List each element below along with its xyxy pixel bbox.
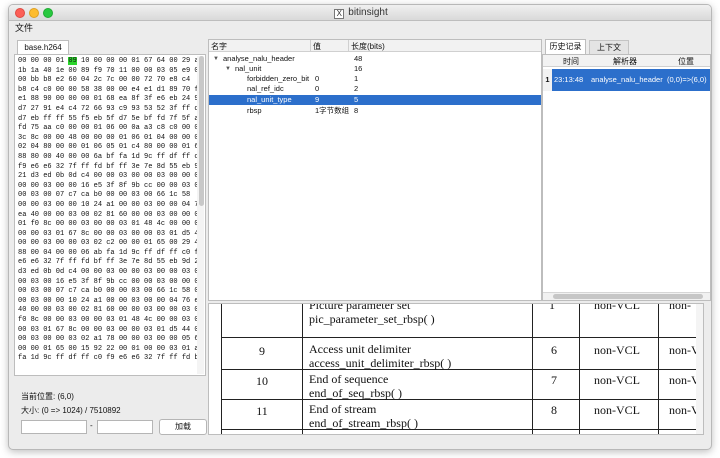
- doc-row-type: non-VCL: [594, 343, 640, 357]
- parse-tree: 名字 值 长度(bits) ▼ analyse_nalu_header 48 ▼…: [208, 39, 542, 301]
- expanded-arrow-icon[interactable]: ▼: [213, 54, 219, 64]
- tab-context[interactable]: 上下文: [589, 40, 629, 54]
- tree-row-name: nal_unit_type: [247, 95, 292, 104]
- hex-view[interactable]: 00 00 00 01 09 10 00 00 00 01 67 64 00 2…: [14, 54, 206, 376]
- hex-highlight: 09: [68, 57, 77, 65]
- tree-row-length: 5: [354, 95, 359, 104]
- column-divider[interactable]: [310, 40, 311, 52]
- tree-header: 名字 值 长度(bits): [209, 40, 541, 52]
- history-table: 时间 解析器 位置 1 23:13:48 analyse_nalu_header…: [542, 54, 711, 301]
- doc-row-type: non-VCL: [594, 403, 640, 417]
- tree-row-name: rbsp: [247, 106, 262, 115]
- table-rule: [221, 429, 703, 430]
- doc-row-num: 10: [256, 374, 268, 388]
- tree-row-length: 48: [354, 54, 363, 63]
- tree-row-length: 16: [354, 64, 363, 73]
- column-divider[interactable]: [348, 40, 349, 52]
- tab-history[interactable]: 历史记录: [545, 39, 586, 54]
- hex-dump-pre: 00 00 00 01: [18, 57, 69, 65]
- tree-row-value: 0: [315, 74, 320, 83]
- doc-row-num: 9: [259, 344, 265, 358]
- tree-row-length: 8: [354, 106, 359, 115]
- doc-row-num: 11: [256, 404, 268, 418]
- history-h-scrollbar[interactable]: [543, 292, 710, 300]
- hex-dump-post: 10 00 00 00 01 67 64 00 29 ac 1b 1a 40 1…: [18, 57, 203, 363]
- history-header: 时间 解析器 位置: [543, 55, 710, 67]
- doc-row-name: Access unit delimiter: [309, 342, 411, 356]
- range-end-input[interactable]: [97, 420, 153, 434]
- column-header-parser[interactable]: 解析器: [613, 56, 637, 67]
- tree-row-length: 1: [354, 74, 359, 83]
- hex-dump[interactable]: 00 00 00 01 09 10 00 00 00 01 67 64 00 2…: [18, 57, 203, 364]
- tree-row[interactable]: rbsp 1字节数组 8: [209, 106, 541, 116]
- history-row-selected[interactable]: 23:13:48 analyse_nalu_header (0,0)=>(6,0…: [552, 69, 710, 91]
- tree-row-name: analyse_nalu_header: [223, 54, 295, 63]
- tree-row[interactable]: forbidden_zero_bit 0 1: [209, 74, 541, 84]
- tree-row-value: 9: [315, 95, 320, 104]
- table-rule: [221, 304, 222, 434]
- column-header-position[interactable]: 位置: [678, 56, 694, 67]
- title-bar: Xbitinsight: [9, 5, 711, 21]
- table-rule: [221, 399, 703, 400]
- window-title: Xbitinsight: [9, 7, 711, 19]
- load-button[interactable]: 加载: [159, 419, 207, 435]
- history-position: (0,0)=>(6,0): [667, 75, 707, 84]
- table-rule: [658, 304, 659, 434]
- doc-row-type2: non-: [669, 303, 691, 312]
- column-header-time[interactable]: 时间: [563, 56, 579, 67]
- spec-document-view[interactable]: Picture parameter set pic_parameter_set_…: [208, 303, 704, 435]
- tab-file[interactable]: base.h264: [17, 40, 69, 54]
- expanded-arrow-icon[interactable]: ▼: [225, 64, 231, 74]
- table-rule: [221, 369, 703, 370]
- table-rule: [532, 304, 533, 434]
- column-header-length[interactable]: 长度(bits): [351, 41, 385, 52]
- menu-file[interactable]: 文件: [15, 23, 33, 33]
- history-row[interactable]: 1 23:13:48 analyse_nalu_header (0,0)=>(6…: [543, 69, 710, 91]
- tree-row[interactable]: nal_ref_idc 0 2: [209, 84, 541, 94]
- column-header-value[interactable]: 值: [313, 41, 321, 52]
- menu-bar: 文件: [9, 21, 711, 35]
- tree-row-length: 2: [354, 84, 359, 93]
- doc-row-type: non-VCL: [594, 373, 640, 387]
- doc-row-code: access_unit_delimiter_rbsp( ): [309, 356, 452, 370]
- tree-row[interactable]: ▼ nal_unit 16: [209, 64, 541, 74]
- tree-row-selected[interactable]: nal_unit_type 9 5: [209, 95, 541, 105]
- hex-scrollbar-thumb[interactable]: [199, 56, 204, 206]
- history-h-scrollbar-thumb[interactable]: [553, 294, 703, 299]
- current-position-label: 当前位置: (6,0): [21, 392, 74, 401]
- doc-row-type: non-VCL: [594, 303, 640, 312]
- doc-row-name: End of stream: [309, 402, 377, 416]
- range-separator: -: [90, 421, 93, 430]
- doc-row-code: pic_parameter_set_rbsp( ): [309, 312, 435, 326]
- doc-row-code: end_of_seq_rbsp( ): [309, 386, 402, 400]
- doc-row-c: 1: [549, 303, 555, 312]
- doc-scrollbar[interactable]: [696, 304, 703, 434]
- doc-row-c: 8: [551, 403, 557, 417]
- column-header-name[interactable]: 名字: [211, 41, 227, 52]
- doc-row-c: 7: [551, 373, 557, 387]
- tree-row[interactable]: ▼ analyse_nalu_header 48: [209, 54, 541, 64]
- app-icon: X: [334, 9, 345, 19]
- history-time: 23:13:48: [554, 75, 584, 84]
- tree-row-name: forbidden_zero_bit: [247, 74, 310, 83]
- table-rule: [579, 304, 580, 434]
- history-parser: analyse_nalu_header: [591, 75, 663, 84]
- table-rule: [221, 337, 703, 338]
- doc-row-c: 6: [551, 343, 557, 357]
- size-label: 大小: (0 => 1024) / 7510892: [21, 406, 121, 415]
- tree-row-name: nal_ref_idc: [247, 84, 284, 93]
- table-rule: [302, 304, 303, 434]
- tree-row-value: 0: [315, 84, 320, 93]
- doc-row-code: end_of_stream_rbsp( ): [309, 416, 418, 430]
- app-window: Xbitinsight 文件 base.h264 00 00 00 01 09 …: [8, 4, 712, 450]
- doc-row-name: End of sequence: [309, 372, 389, 386]
- range-start-input[interactable]: [21, 420, 87, 434]
- tree-row-value: 1字节数组: [315, 106, 350, 115]
- window-title-text: bitinsight: [348, 7, 388, 18]
- history-row-number: 1: [543, 69, 552, 91]
- tree-row-name: nal_unit: [235, 64, 262, 73]
